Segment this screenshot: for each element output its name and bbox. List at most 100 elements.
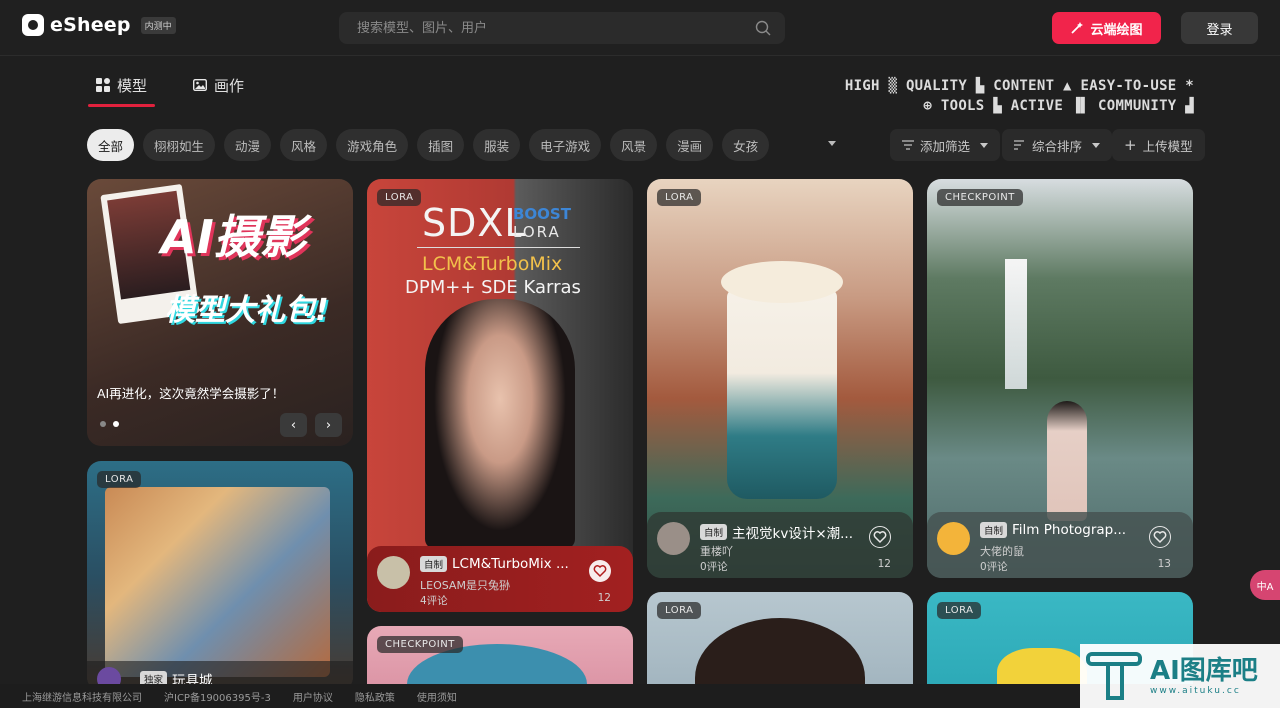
comment-count: 0评论 — [700, 561, 728, 573]
author-avatar[interactable] — [937, 522, 970, 555]
terms-of-use-link[interactable]: 使用须知 — [417, 689, 457, 704]
icp-link[interactable]: 沪ICP备19006395号-3 — [164, 689, 271, 704]
more-categories-chevron-down-icon[interactable] — [828, 141, 836, 146]
card-cover-image — [105, 487, 330, 677]
tab-artworks-label: 画作 — [214, 76, 245, 95]
model-type-tag: LORA — [377, 189, 422, 206]
chip-girl[interactable]: 女孩 — [722, 129, 770, 161]
sort-label: 综合排序 — [1032, 138, 1083, 154]
card-cover-portrait — [425, 299, 575, 549]
carousel-dot-active[interactable] — [113, 421, 119, 427]
model-card[interactable]: LORA SDXL BOOST LORA LCM&TurboMix DPM++ … — [367, 179, 633, 612]
card-cover-waterfall — [1005, 259, 1027, 389]
beta-badge: 内测中 — [140, 16, 176, 34]
carousel-dot[interactable] — [100, 421, 106, 427]
like-button[interactable] — [589, 560, 611, 582]
model-card[interactable]: CHECKPOINT 自制 Film Photograp... 大佬的鼠 0评论… — [927, 179, 1193, 578]
card-title: 自制 LCM&TurboMix ... — [420, 556, 569, 572]
promo-banner[interactable]: AI摄影 模型大礼包! AI再进化，这次竟然学会摄影了！ ‹ › — [87, 179, 353, 446]
translate-button[interactable]: 中A — [1250, 570, 1280, 600]
heart-icon — [593, 565, 607, 578]
search-icon[interactable] — [755, 20, 771, 36]
banner-subheadline: 模型大礼包! — [165, 293, 329, 328]
upload-model-label: 上传模型 — [1142, 138, 1193, 154]
selfmade-badge: 自制 — [980, 522, 1008, 538]
poster-line-3: DPM++ SDE Karras — [405, 277, 581, 298]
model-card[interactable]: LORA 独家 玩具城 — [87, 461, 353, 691]
model-type-tag: CHECKPOINT — [377, 636, 463, 653]
search-bar — [339, 12, 785, 44]
comment-count: 0评论 — [980, 561, 1008, 573]
chip-game-character[interactable]: 游戏角色 — [336, 129, 409, 161]
poster-lora: LORA — [513, 223, 561, 241]
like-count: 12 — [877, 558, 891, 570]
upload-model-button[interactable]: + 上传模型 — [1112, 129, 1205, 161]
author-name[interactable]: 大佬的鼠 — [980, 543, 1024, 559]
privacy-policy-link[interactable]: 隐私政策 — [355, 689, 395, 704]
chevron-down-icon — [1092, 142, 1101, 148]
model-type-tag: LORA — [657, 189, 702, 206]
carousel-next-button[interactable]: › — [315, 413, 342, 437]
watermark-logo-icon — [1086, 652, 1142, 700]
company-name: 上海继游信息科技有限公司 — [22, 692, 142, 704]
sort-button[interactable]: 综合排序 — [1002, 129, 1113, 161]
banner-caption: AI再进化，这次竟然学会摄影了！ — [97, 386, 285, 401]
author-avatar[interactable] — [657, 522, 690, 555]
card-footer: 自制 Film Photograp... 大佬的鼠 0评论 13 — [927, 512, 1193, 578]
author-avatar[interactable] — [377, 556, 410, 589]
chip-video-game[interactable]: 电子游戏 — [529, 129, 602, 161]
model-card[interactable]: LORA 自制 主视觉kv设计×潮... 重楼吖 0评论 12 — [647, 179, 913, 578]
search-input[interactable] — [339, 12, 739, 44]
author-name[interactable]: LEOSAM是只兔狲 — [420, 577, 510, 593]
heart-icon — [1153, 530, 1166, 543]
card-footer: 自制 LCM&TurboMix ... LEOSAM是只兔狲 4评论 12 — [367, 546, 633, 612]
logo[interactable]: eSheep 内测中 — [22, 14, 176, 36]
selfmade-badge: 自制 — [700, 524, 728, 540]
slogan-line-1: HIGH ▒ QUALITY ▙ CONTENT ▲ EASY-TO-USE * — [844, 78, 1194, 94]
card-title-text: 主视觉kv设计×潮... — [732, 526, 854, 542]
chip-all[interactable]: 全部 — [87, 129, 135, 161]
poster-boost: BOOST — [513, 205, 571, 223]
carousel-dots — [100, 421, 119, 427]
chip-style[interactable]: 风格 — [280, 129, 328, 161]
model-type-tag: LORA — [937, 602, 982, 619]
user-agreement-link[interactable]: 用户协议 — [293, 689, 333, 704]
chip-clothing[interactable]: 服装 — [473, 129, 521, 161]
card-title-text: LCM&TurboMix ... — [452, 556, 569, 572]
poster-divider — [417, 247, 580, 248]
watermark-main: AI图库吧 — [1150, 656, 1258, 686]
chip-comics[interactable]: 漫画 — [666, 129, 714, 161]
card-title: 自制 主视觉kv设计×潮... — [700, 522, 853, 542]
tab-artworks[interactable]: 画作 — [185, 64, 252, 106]
watermark: AI图库吧 www.aituku.cc — [1080, 644, 1280, 708]
comment-count: 4评论 — [420, 595, 448, 607]
filter-icon — [902, 140, 914, 150]
chip-lifelike[interactable]: 栩栩如生 — [143, 129, 216, 161]
tab-models-label: 模型 — [117, 76, 148, 95]
chip-anime[interactable]: 动漫 — [224, 129, 272, 161]
slogan-line-2: ⊕ TOOLS ▙ ACTIVE ▐▌ COMMUNITY ▟ — [923, 98, 1194, 114]
heart-icon — [873, 530, 886, 543]
card-cover-cup — [727, 289, 837, 499]
image-icon — [193, 79, 208, 91]
login-button[interactable]: 登录 — [1181, 12, 1258, 44]
like-button[interactable] — [1149, 526, 1171, 548]
chevron-down-icon — [980, 142, 989, 148]
add-filter-button[interactable]: 添加筛选 — [890, 129, 1001, 161]
chip-illustration[interactable]: 插图 — [417, 129, 465, 161]
carousel-prev-button[interactable]: ‹ — [280, 413, 307, 437]
poster-title: SDXL — [422, 201, 527, 245]
like-button[interactable] — [869, 526, 891, 548]
card-title-text: Film Photograp... — [1012, 522, 1127, 538]
chip-scenery[interactable]: 风景 — [610, 129, 658, 161]
slogan: HIGH ▒ QUALITY ▙ CONTENT ▲ EASY-TO-USE *… — [818, 76, 1194, 116]
model-type-tag: LORA — [97, 471, 142, 488]
selfmade-badge: 自制 — [420, 556, 448, 572]
cloud-draw-button[interactable]: 云端绘图 — [1052, 12, 1161, 44]
add-filter-label: 添加筛选 — [920, 138, 971, 154]
card-title: 自制 Film Photograp... — [980, 522, 1126, 538]
tab-models[interactable]: 模型 — [88, 64, 156, 107]
watermark-url: www.aituku.cc — [1150, 686, 1241, 696]
author-name[interactable]: 重楼吖 — [700, 543, 733, 559]
sheep-logo-icon — [22, 14, 44, 36]
